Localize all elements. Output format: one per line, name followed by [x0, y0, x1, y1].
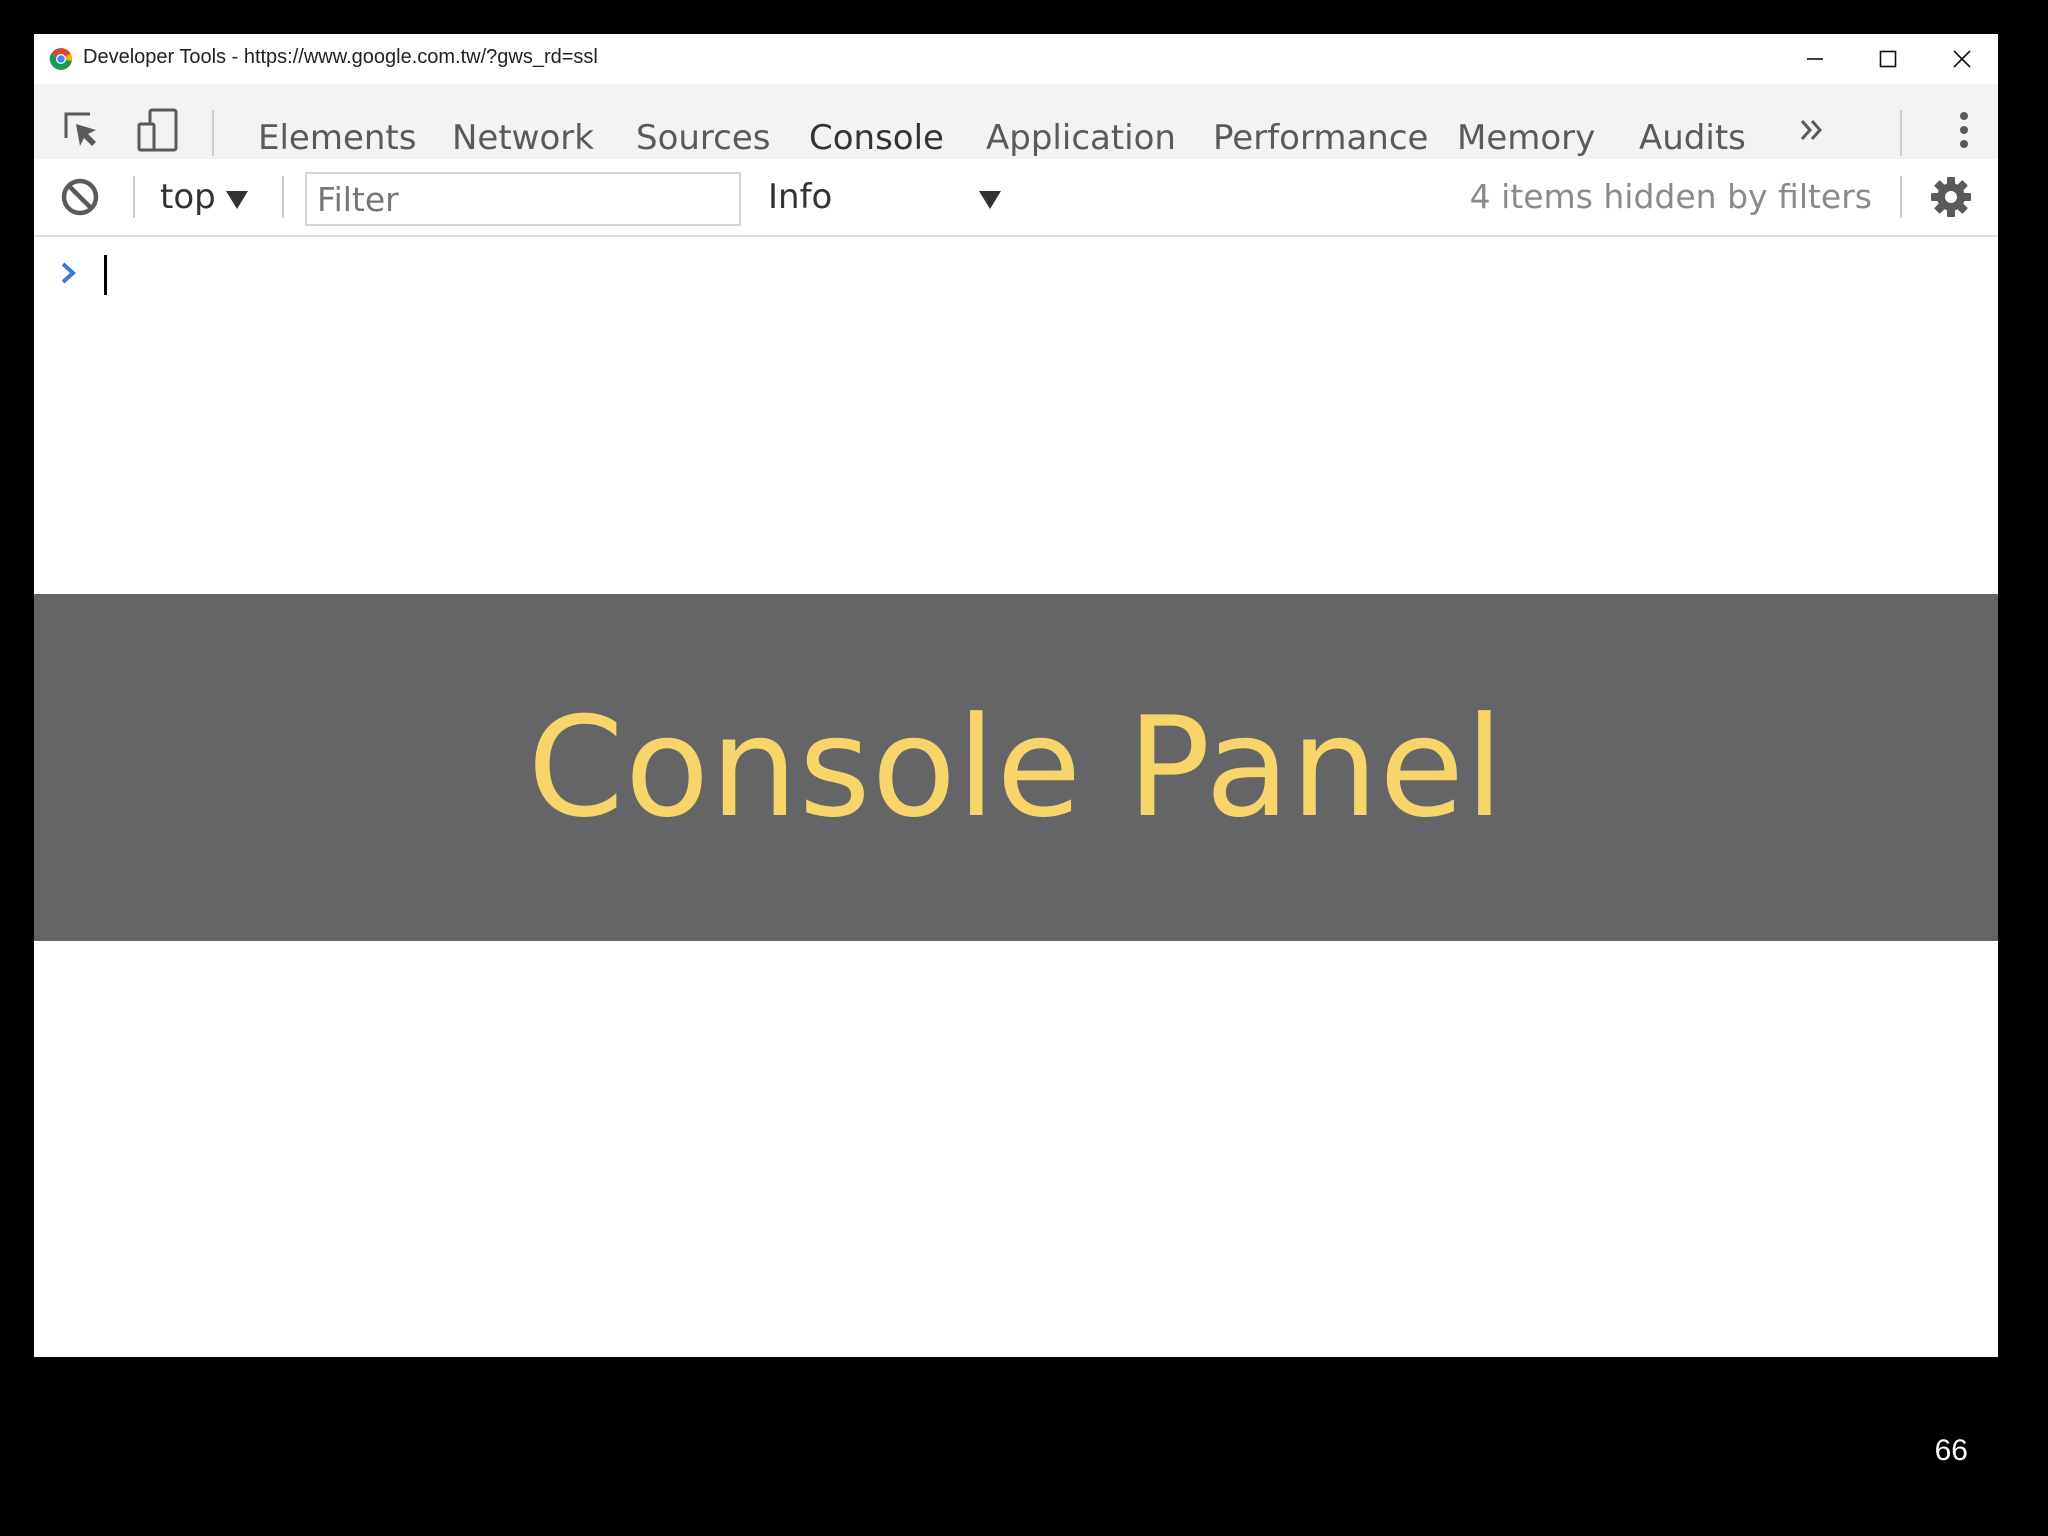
- title-bar: Developer Tools - https://www.google.com…: [34, 34, 1998, 84]
- kebab-menu-icon: [1960, 112, 1968, 148]
- close-icon: [1953, 50, 1971, 68]
- toolbar-divider: [1900, 176, 1902, 218]
- clear-block-icon: [61, 178, 99, 216]
- toolbar-divider: [282, 176, 284, 218]
- toolbar-divider: [1900, 110, 1902, 156]
- double-chevron-right-icon: [1800, 120, 1823, 140]
- toolbar-divider: [212, 110, 214, 156]
- gear-icon: [1931, 177, 1971, 217]
- console-input-caret[interactable]: [104, 255, 107, 295]
- maximize-icon: [1879, 50, 1897, 68]
- more-tabs-button[interactable]: [1788, 106, 1836, 154]
- dropdown-triangle-icon: [226, 191, 248, 209]
- customize-menu-button[interactable]: [1940, 106, 1988, 154]
- devtools-window: Developer Tools - https://www.google.com…: [34, 34, 1998, 1357]
- chrome-logo-icon: [49, 48, 72, 70]
- log-level-selector[interactable]: Info: [768, 177, 832, 217]
- slide-title: Console Panel: [527, 687, 1505, 848]
- maximize-button[interactable]: [1852, 34, 1924, 84]
- clear-console-button[interactable]: [60, 177, 100, 217]
- hidden-items-count: 4 items hidden by filters: [1469, 177, 1872, 216]
- inspect-element-button[interactable]: [58, 106, 106, 154]
- dropdown-triangle-icon: [979, 191, 1001, 209]
- minimize-button[interactable]: [1779, 34, 1851, 84]
- inspect-cursor-icon: [64, 112, 96, 146]
- toolbar-divider: [133, 176, 135, 218]
- minimize-icon: [1807, 58, 1823, 60]
- console-settings-button[interactable]: [1930, 176, 1972, 218]
- device-toolbar-button[interactable]: [134, 106, 182, 154]
- window-title: Developer Tools - https://www.google.com…: [83, 46, 598, 68]
- slide-page-number: 66: [1934, 1434, 1968, 1467]
- close-button[interactable]: [1926, 34, 1998, 84]
- console-toolbar: top Info 4 items hidden by filters: [34, 159, 1998, 237]
- console-prompt-chevron-icon: [61, 262, 76, 284]
- device-mode-icon: [137, 108, 178, 152]
- filter-input[interactable]: [305, 172, 741, 226]
- context-selector[interactable]: top: [160, 177, 216, 217]
- slide-title-banner: Console Panel: [34, 594, 1998, 941]
